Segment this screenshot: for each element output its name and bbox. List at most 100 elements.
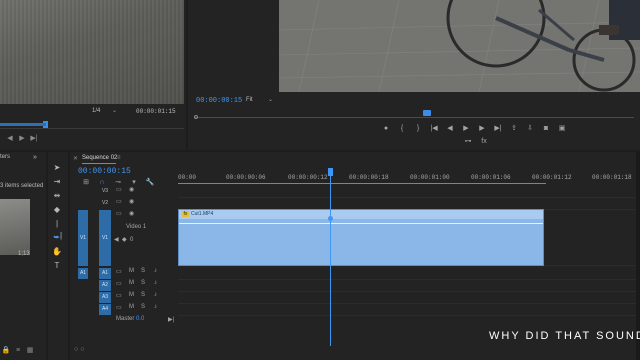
menu-icon[interactable]: ≡ bbox=[117, 155, 121, 161]
ripple-edit-tool-icon[interactable]: ⇹ bbox=[51, 190, 63, 202]
fx-icon[interactable]: fx bbox=[476, 138, 492, 145]
zoom-out-icon[interactable]: ○ bbox=[74, 346, 78, 353]
track-a1[interactable] bbox=[178, 268, 640, 280]
timeline-playhead[interactable] bbox=[328, 168, 333, 346]
keyframe-value[interactable]: 0 bbox=[130, 237, 133, 243]
track-target-a1[interactable]: A1 bbox=[99, 268, 111, 279]
go-to-out-icon[interactable]: ▶| bbox=[490, 124, 506, 132]
keyframe-marker[interactable] bbox=[328, 216, 333, 221]
close-icon[interactable]: ✕ bbox=[73, 155, 78, 162]
eye-icon[interactable]: ◉ bbox=[129, 198, 134, 205]
solo-button[interactable]: S bbox=[141, 304, 145, 310]
step-back-icon[interactable]: ◀ bbox=[442, 124, 458, 132]
track-a4[interactable] bbox=[178, 304, 640, 316]
mark-in-icon[interactable]: { bbox=[394, 125, 410, 132]
sync-lock-icon[interactable]: ▭ bbox=[116, 280, 122, 287]
list-view-icon[interactable]: ≡ bbox=[12, 347, 24, 354]
marker-icon[interactable]: ● bbox=[378, 125, 394, 132]
add-marker-icon[interactable]: ▾ bbox=[126, 178, 142, 186]
track-select-tool-icon[interactable]: ⇥ bbox=[51, 176, 63, 188]
step-forward-icon[interactable]: ▶ bbox=[474, 124, 490, 132]
solo-button[interactable]: S bbox=[141, 292, 145, 298]
play-icon[interactable]: ▶ bbox=[16, 134, 28, 142]
hand-tool-icon[interactable]: ✋ bbox=[51, 246, 63, 258]
vr-icon[interactable]: ⊶ bbox=[460, 137, 476, 145]
compare-icon[interactable]: ▣ bbox=[554, 124, 570, 132]
mute-button[interactable]: M bbox=[129, 304, 134, 310]
razor-tool-icon[interactable]: ◆ bbox=[51, 204, 63, 216]
opacity-rubber-band[interactable] bbox=[179, 223, 543, 224]
solo-button[interactable]: S bbox=[141, 268, 145, 274]
sync-lock-icon[interactable]: ▭ bbox=[116, 210, 122, 217]
work-area-bar[interactable] bbox=[178, 183, 546, 184]
mic-icon[interactable]: ♪ bbox=[154, 280, 157, 286]
timeline-ruler[interactable]: 00:00 00:00:00:06 00:00:00:12 00:00:00:1… bbox=[178, 168, 640, 186]
chevron-down-icon[interactable]: ⌄ bbox=[268, 96, 273, 103]
linked-selection-icon[interactable]: ⊸ bbox=[110, 178, 126, 186]
lock-icon[interactable]: 🔒 bbox=[0, 346, 12, 354]
source-zoom-bar[interactable] bbox=[0, 123, 46, 126]
mic-icon[interactable]: ♪ bbox=[154, 292, 157, 298]
go-to-in-icon[interactable]: |◀ bbox=[426, 124, 442, 132]
source-patch-a1[interactable]: A1 bbox=[78, 268, 88, 279]
master-volume[interactable]: 0.0 bbox=[136, 316, 144, 322]
program-timecode[interactable]: 00:00:00:15 bbox=[196, 97, 242, 105]
eye-icon[interactable]: ◉ bbox=[129, 186, 134, 193]
track-a2[interactable] bbox=[178, 280, 640, 292]
solo-button[interactable]: S bbox=[141, 280, 145, 286]
zoom-in-icon[interactable]: ○ bbox=[80, 346, 84, 353]
sequence-tab[interactable]: Sequence 02 bbox=[82, 155, 117, 161]
sync-lock-icon[interactable]: ▭ bbox=[116, 304, 122, 311]
source-patch-v1[interactable]: V1 bbox=[78, 210, 88, 266]
export-frame-icon[interactable]: ◙ bbox=[538, 125, 554, 132]
panel-overflow-icon[interactable]: » bbox=[33, 154, 37, 161]
sync-lock-icon[interactable]: ▭ bbox=[116, 268, 122, 275]
mic-icon[interactable]: ♪ bbox=[154, 268, 157, 274]
video-clip[interactable]: fx Cut1.MP4 bbox=[178, 209, 544, 266]
program-zoom-select[interactable]: Fit bbox=[246, 97, 253, 103]
source-scale-select[interactable]: 1/4 bbox=[92, 108, 100, 114]
eye-icon[interactable]: ◉ bbox=[129, 210, 134, 217]
slip-tool-icon[interactable]: |↔| bbox=[51, 218, 63, 240]
program-playhead[interactable] bbox=[423, 110, 431, 116]
pen-tool-icon[interactable]: ✒ bbox=[51, 232, 63, 244]
track-v3[interactable] bbox=[178, 186, 640, 198]
project-tab[interactable]: ters bbox=[0, 154, 10, 160]
type-tool-icon[interactable]: T bbox=[51, 260, 63, 272]
icon-view-icon[interactable]: ▦ bbox=[24, 346, 36, 354]
lift-icon[interactable]: ⇪ bbox=[506, 124, 522, 132]
zoom-handle[interactable] bbox=[194, 115, 198, 119]
mute-button[interactable]: M bbox=[129, 292, 134, 298]
sync-lock-icon[interactable]: ▭ bbox=[116, 292, 122, 299]
clip-fx-badge[interactable]: fx bbox=[182, 211, 189, 217]
track-target-v3[interactable]: V3 bbox=[99, 186, 111, 197]
program-time-ruler[interactable] bbox=[194, 110, 634, 119]
step-back-icon[interactable]: ◀ bbox=[4, 134, 16, 142]
sequence-timecode[interactable]: 00:00:00:15 bbox=[78, 167, 131, 176]
mic-icon[interactable]: ♪ bbox=[154, 304, 157, 310]
step-forward-icon[interactable]: ▶| bbox=[28, 134, 40, 142]
sync-lock-icon[interactable]: ▭ bbox=[116, 198, 122, 205]
sync-lock-icon[interactable]: ▭ bbox=[116, 186, 122, 193]
mute-button[interactable]: M bbox=[129, 280, 134, 286]
track-a3[interactable] bbox=[178, 292, 640, 304]
prev-keyframe-icon[interactable]: ◀ bbox=[114, 237, 119, 243]
scrollbar[interactable] bbox=[636, 152, 640, 360]
track-target-v1[interactable]: V1 bbox=[99, 210, 111, 266]
selection-tool-icon[interactable]: ➤ bbox=[51, 162, 63, 174]
source-timecode[interactable]: 00:00:01:15 bbox=[136, 108, 176, 115]
nest-icon[interactable]: ⊞ bbox=[78, 178, 94, 186]
track-target-a2[interactable]: A2 bbox=[99, 280, 111, 291]
mark-out-icon[interactable]: } bbox=[410, 125, 426, 132]
play-icon[interactable]: ▶ bbox=[458, 124, 474, 132]
mute-button[interactable]: M bbox=[129, 268, 134, 274]
track-target-v2[interactable]: V2 bbox=[99, 198, 111, 209]
chevron-down-icon[interactable]: ⌄ bbox=[112, 107, 117, 114]
go-to-end-icon[interactable]: ▶| bbox=[168, 316, 174, 323]
wrench-icon[interactable]: 🔧 bbox=[142, 178, 158, 186]
snap-icon[interactable]: ∩ bbox=[94, 179, 110, 186]
extract-icon[interactable]: ⇩ bbox=[522, 124, 538, 132]
track-target-a3[interactable]: A3 bbox=[99, 292, 111, 303]
clip-thumbnail[interactable] bbox=[0, 199, 30, 255]
add-keyframe-icon[interactable]: ◆ bbox=[122, 237, 127, 243]
